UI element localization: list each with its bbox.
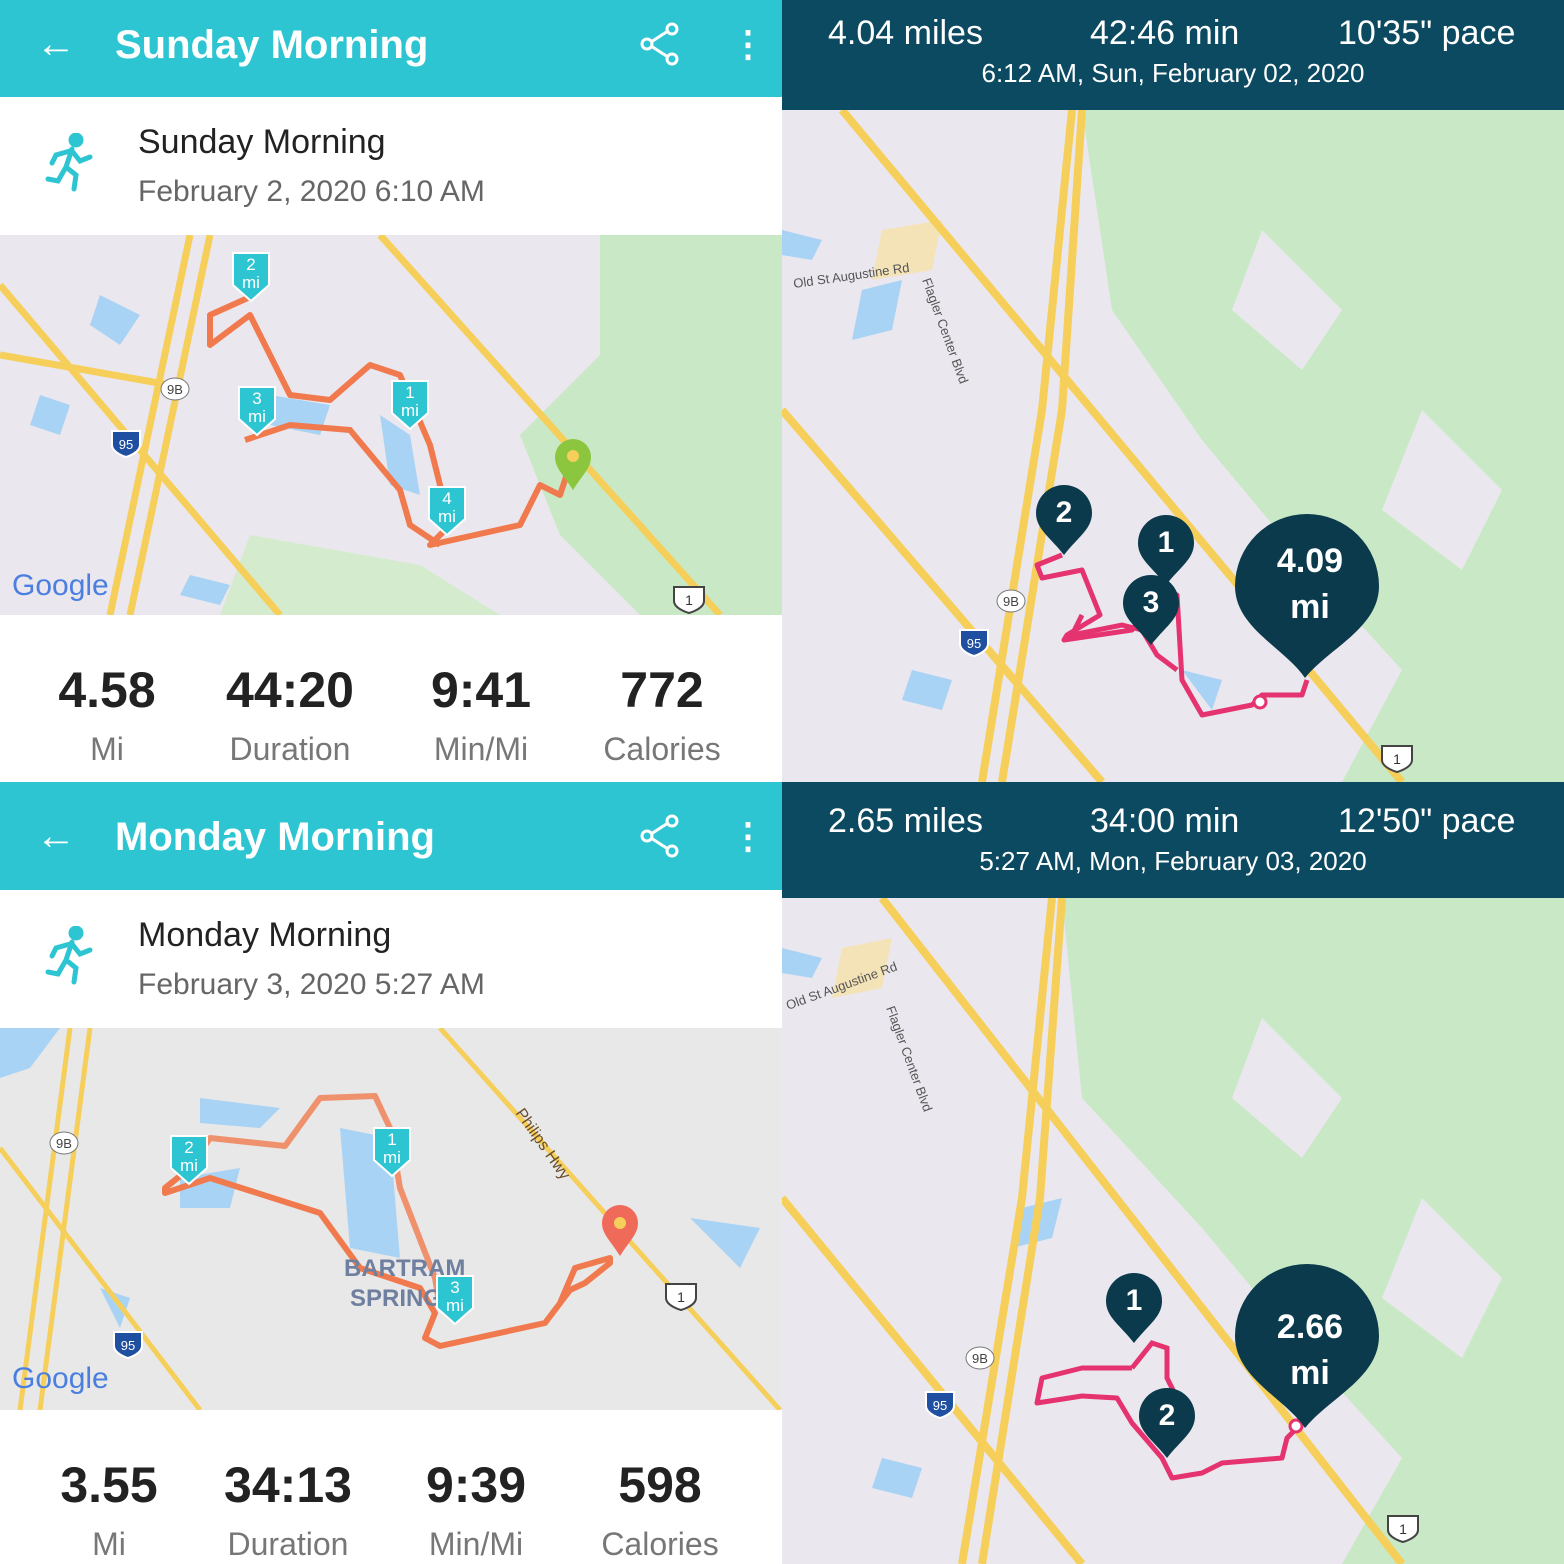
summary-header: 2.65 miles 34:00 min 12'50" pace 5:27 AM… — [782, 782, 1564, 898]
shield-i95: 95 — [959, 629, 989, 658]
more-options-icon[interactable]: ⋮ — [730, 814, 766, 858]
shield-i95: 95 — [113, 1331, 143, 1360]
fitbit-panel-monday: ← Monday Morning ⋮ Monday Morning Februa… — [0, 782, 782, 1564]
activity-date: February 2, 2020 6:10 AM — [138, 175, 485, 208]
activity-card: Sunday Morning February 2, 2020 6:10 AM — [0, 97, 782, 235]
svg-text:95: 95 — [119, 437, 133, 452]
summary-panel-sunday: 4.04 miles 42:46 min 10'35" pace 6:12 AM… — [782, 0, 1564, 782]
stat-pace: 9:41 Min/Mi — [430, 662, 532, 767]
svg-text:2: 2 — [246, 255, 255, 274]
shield-us1: 1 — [1381, 745, 1413, 774]
svg-text:1: 1 — [405, 383, 414, 402]
page-title: Sunday Morning — [115, 23, 429, 67]
activity-name: Sunday Morning — [138, 123, 386, 161]
shield-us1: 1 — [665, 1283, 697, 1312]
route-map[interactable]: Old St Augustine Rd Flagler Center Blvd … — [782, 107, 1564, 782]
activity-card: Monday Morning February 3, 2020 5:27 AM — [0, 890, 782, 1028]
stat-calories: 772 Calories — [603, 662, 721, 767]
svg-text:mi: mi — [180, 1156, 198, 1175]
shield-i95: 95 — [925, 1391, 955, 1420]
svg-text:95: 95 — [121, 1338, 135, 1353]
svg-text:9B: 9B — [1003, 594, 1019, 609]
running-icon — [44, 925, 94, 991]
shield-us1: 1 — [1387, 1515, 1419, 1544]
svg-text:9B: 9B — [972, 1351, 988, 1366]
summary-pace: 12'50" pace — [1338, 802, 1516, 840]
svg-text:3: 3 — [252, 389, 261, 408]
summary-distance: 2.65 miles — [828, 802, 983, 840]
svg-text:3: 3 — [1143, 586, 1160, 619]
svg-text:95: 95 — [967, 636, 981, 651]
svg-text:9B: 9B — [56, 1136, 72, 1151]
summary-distance: 4.04 miles — [828, 14, 983, 52]
route-map[interactable]: Old St Augustine Rd Flagler Center Blvd … — [782, 895, 1564, 1564]
svg-text:mi: mi — [248, 407, 266, 426]
svg-text:1: 1 — [1393, 751, 1401, 767]
shield-i95: 95 — [111, 430, 141, 459]
summary-datetime: 6:12 AM, Sun, February 02, 2020 — [981, 58, 1365, 88]
svg-text:1: 1 — [387, 1130, 396, 1149]
svg-text:9B: 9B — [167, 382, 183, 397]
summary-duration: 34:00 min — [1090, 802, 1240, 840]
svg-text:4.09: 4.09 — [1277, 542, 1343, 580]
stat-duration: 34:13 Duration — [224, 1457, 352, 1562]
svg-text:mi: mi — [401, 401, 419, 420]
app-header: ← Monday Morning ⋮ — [0, 782, 782, 890]
svg-text:1: 1 — [1158, 526, 1175, 559]
svg-text:1: 1 — [1126, 1284, 1143, 1317]
shield-9b: 9B — [160, 377, 190, 401]
share-icon[interactable] — [640, 22, 680, 71]
svg-text:3: 3 — [450, 1278, 459, 1297]
summary-datetime: 5:27 AM, Mon, February 03, 2020 — [979, 846, 1367, 876]
shield-us1: 1 — [673, 586, 705, 615]
stat-distance: 3.55 Mi — [60, 1457, 158, 1562]
svg-text:4: 4 — [442, 489, 451, 508]
svg-text:1: 1 — [1399, 1521, 1407, 1537]
summary-header: 4.04 miles 42:46 min 10'35" pace 6:12 AM… — [782, 0, 1564, 110]
fitbit-panel-sunday: ← Sunday Morning ⋮ Sunday Morning Februa… — [0, 0, 782, 782]
summary-pace: 10'35" pace — [1338, 14, 1516, 52]
back-button[interactable]: ← — [36, 814, 76, 858]
svg-text:mi: mi — [242, 273, 260, 292]
activity-name: Monday Morning — [138, 916, 392, 954]
page-title: Monday Morning — [115, 815, 435, 859]
stat-pace: 9:39 Min/Mi — [425, 1457, 527, 1562]
summary-panel-monday: 2.65 miles 34:00 min 12'50" pace 5:27 AM… — [782, 782, 1564, 1564]
shield-9b: 9B — [965, 1346, 995, 1370]
svg-text:95: 95 — [933, 1398, 947, 1413]
svg-text:2.66: 2.66 — [1277, 1308, 1343, 1346]
stat-distance: 4.58 Mi — [58, 662, 156, 767]
google-logo: Google — [12, 569, 109, 602]
svg-text:2: 2 — [184, 1138, 193, 1157]
shield-9b: 9B — [49, 1131, 79, 1155]
route-map[interactable]: BARTRAM SPRINGS Philips Hwy 2 mi 1 mi 3 mi … — [0, 1026, 782, 1412]
svg-text:1: 1 — [677, 1289, 685, 1305]
stats-row: 4.58 Mi 44:20 Duration 9:41 Min/Mi 772 Calor… — [0, 615, 782, 782]
summary-duration: 42:46 min — [1090, 14, 1240, 52]
running-icon — [44, 132, 94, 198]
stat-duration: 44:20 Duration — [226, 662, 354, 767]
activity-date: February 3, 2020 5:27 AM — [138, 968, 485, 1001]
svg-text:mi: mi — [438, 507, 456, 526]
app-header: ← Sunday Morning ⋮ — [0, 0, 782, 97]
route-map[interactable]: 2 mi 3 mi 1 mi 4 mi 9B 95 1 Google — [0, 232, 782, 618]
svg-text:mi: mi — [1290, 1354, 1330, 1392]
share-icon[interactable] — [640, 814, 680, 863]
svg-text:1: 1 — [685, 592, 693, 608]
svg-text:2: 2 — [1159, 1399, 1176, 1432]
back-button[interactable]: ← — [36, 22, 76, 66]
stats-row: 3.55 Mi 34:13 Duration 9:39 Min/Mi 598 Calor… — [0, 1410, 782, 1564]
google-logo: Google — [12, 1362, 109, 1395]
svg-text:mi: mi — [1290, 588, 1330, 626]
shield-9b: 9B — [996, 589, 1026, 613]
stat-calories: 598 Calories — [601, 1457, 719, 1562]
svg-text:mi: mi — [446, 1296, 464, 1315]
more-options-icon[interactable]: ⋮ — [730, 22, 766, 66]
svg-text:2: 2 — [1056, 496, 1073, 529]
svg-text:mi: mi — [383, 1148, 401, 1167]
